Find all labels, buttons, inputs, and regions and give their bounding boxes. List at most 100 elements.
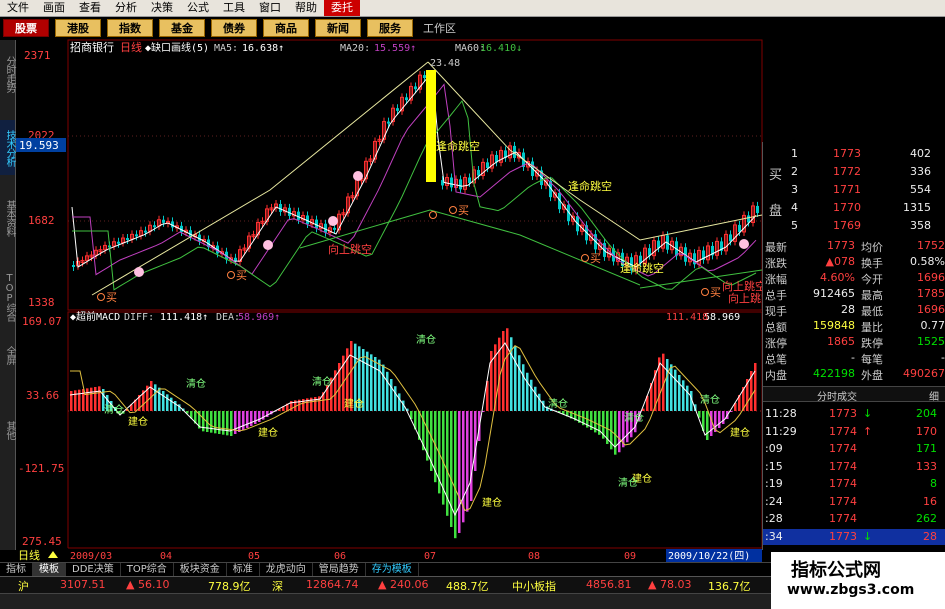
candle [368, 158, 373, 162]
candle [423, 75, 426, 79]
macd-bar [498, 337, 501, 411]
macd-bar [350, 341, 353, 411]
index-button[interactable]: 指数 [107, 19, 153, 37]
candle [98, 249, 103, 253]
menu-decision[interactable]: 决策 [144, 0, 180, 16]
hk-stock-button[interactable]: 港股 [55, 19, 101, 37]
menu-file[interactable]: 文件 [0, 0, 36, 16]
macd-bar [594, 411, 597, 433]
service-button[interactable]: 服务 [367, 19, 413, 37]
candle [153, 225, 156, 228]
tick-row[interactable]: :24 1774 16 [763, 494, 945, 510]
jiancang-4: 建仓 [482, 496, 502, 509]
menu-view-screen[interactable]: 画面 [36, 0, 72, 16]
tab-template[interactable]: 模板 [33, 563, 66, 576]
candle [319, 223, 323, 229]
tab-save-template[interactable]: 存为模板 [366, 563, 419, 576]
tab-top-composite[interactable]: TOP综合 [0, 268, 15, 326]
candle [526, 161, 530, 168]
tab-indicator[interactable]: 指标 [0, 563, 33, 576]
macd-bar [618, 411, 621, 453]
menu-window[interactable]: 窗口 [252, 0, 288, 16]
candle [260, 220, 265, 224]
tick-row[interactable]: :15 1774 133 [763, 459, 945, 475]
candle [553, 192, 557, 198]
macd-bar [246, 411, 249, 428]
watermark-url: www.zbgs3.com [787, 582, 915, 598]
orderbook-row[interactable]: 4 1770 1315 [763, 200, 945, 216]
tab-sector-funds[interactable]: 板块资金 [174, 563, 227, 576]
quote-label: 总手 [765, 289, 787, 302]
commodity-button[interactable]: 商品 [263, 19, 309, 37]
candle [414, 86, 417, 90]
candle [562, 204, 566, 210]
tick-arrow-icon: ↓ [863, 407, 873, 420]
macd-bar [674, 369, 677, 411]
tick-row[interactable]: :34 1773 ↓ 28 [763, 528, 945, 545]
fund-button[interactable]: 基金 [159, 19, 205, 37]
sh-change: 56.10 [138, 578, 170, 591]
tab-intraday[interactable]: 分时走势 [0, 44, 15, 104]
tab-standard[interactable]: 标准 [227, 563, 260, 576]
tick-detail-toggle[interactable]: 细 [929, 388, 939, 403]
macd-bar [602, 411, 605, 439]
macd-bar [598, 411, 601, 435]
price-box-value: 19.593 [19, 139, 59, 152]
tick-row[interactable]: :28 1774 262 [763, 511, 945, 527]
menu-formula[interactable]: 公式 [180, 0, 216, 16]
tab-dde[interactable]: DDE决策 [66, 563, 121, 576]
tab-technical[interactable]: 技术分析 [0, 120, 15, 175]
tick-row[interactable]: :09 1774 171 [763, 441, 945, 457]
tab-fundamentals[interactable]: 基本资料 [0, 190, 15, 245]
annotation-up-jump-2: 向上跳空 [722, 279, 766, 293]
tab-trend[interactable]: 管局趋势 [313, 563, 366, 576]
menu-analysis[interactable]: 分析 [108, 0, 144, 16]
macd-bar [94, 387, 97, 411]
quote-label: 涨幅 [765, 273, 787, 286]
tick-row[interactable]: :19 1774 8 [763, 476, 945, 492]
quote-value: 422198 [813, 367, 855, 380]
macd-bar [726, 411, 729, 419]
news-button[interactable]: 新闻 [315, 19, 361, 37]
candle [400, 96, 404, 112]
menu-help[interactable]: 帮助 [288, 0, 324, 16]
stock-button[interactable]: 股票 [3, 19, 49, 37]
tick-volume: 8 [930, 477, 937, 490]
macd-bar [546, 406, 549, 411]
tab-dragon-tiger[interactable]: 龙虎动向 [260, 563, 313, 576]
menu-trade[interactable]: 委托 [324, 0, 360, 16]
orderbook-row[interactable]: 2 1772 336 [763, 164, 945, 180]
macd-bar [466, 411, 469, 512]
tick-row[interactable]: 11:28 1773 ↓ 204 [763, 406, 945, 422]
sz-change: 240.06 [390, 578, 429, 591]
candle [756, 205, 759, 214]
tab-other[interactable]: 其他 [0, 415, 15, 445]
tick-row[interactable]: 11:29 1774 ↑ 170 [763, 424, 945, 440]
menu-tools[interactable]: 工具 [216, 0, 252, 16]
candle [274, 203, 278, 209]
quote-row: 总笔 - 每笔 - [763, 350, 945, 366]
candle [504, 150, 507, 158]
bond-button[interactable]: 债券 [211, 19, 257, 37]
orderbook-row[interactable]: 1 1773 402 [763, 146, 945, 162]
tick-panel-title: 分时成交 [817, 392, 857, 403]
macd-bar [178, 404, 181, 411]
candle [706, 245, 710, 261]
tab-top[interactable]: TOP综合 [121, 563, 174, 576]
candle [112, 241, 116, 247]
macd-bar [146, 385, 149, 411]
orderbook-price: 1770 [833, 201, 861, 214]
candle [269, 207, 274, 211]
tick-volume: 171 [916, 442, 937, 455]
orderbook-row[interactable]: 5 1769 358 [763, 218, 945, 234]
workspace-button[interactable]: 工作区 [423, 19, 456, 37]
quote-row: 最新 1773 均价 1752 [763, 238, 945, 254]
candle [418, 74, 422, 90]
menu-view[interactable]: 查看 [72, 0, 108, 16]
tab-fullscreen[interactable]: 全屏 [0, 340, 15, 370]
annotation-buy-4: 买 [590, 252, 601, 265]
orderbook-row[interactable]: 3 1771 554 [763, 182, 945, 198]
candle [207, 239, 210, 248]
candle [256, 221, 260, 236]
macd-bar [662, 353, 665, 411]
